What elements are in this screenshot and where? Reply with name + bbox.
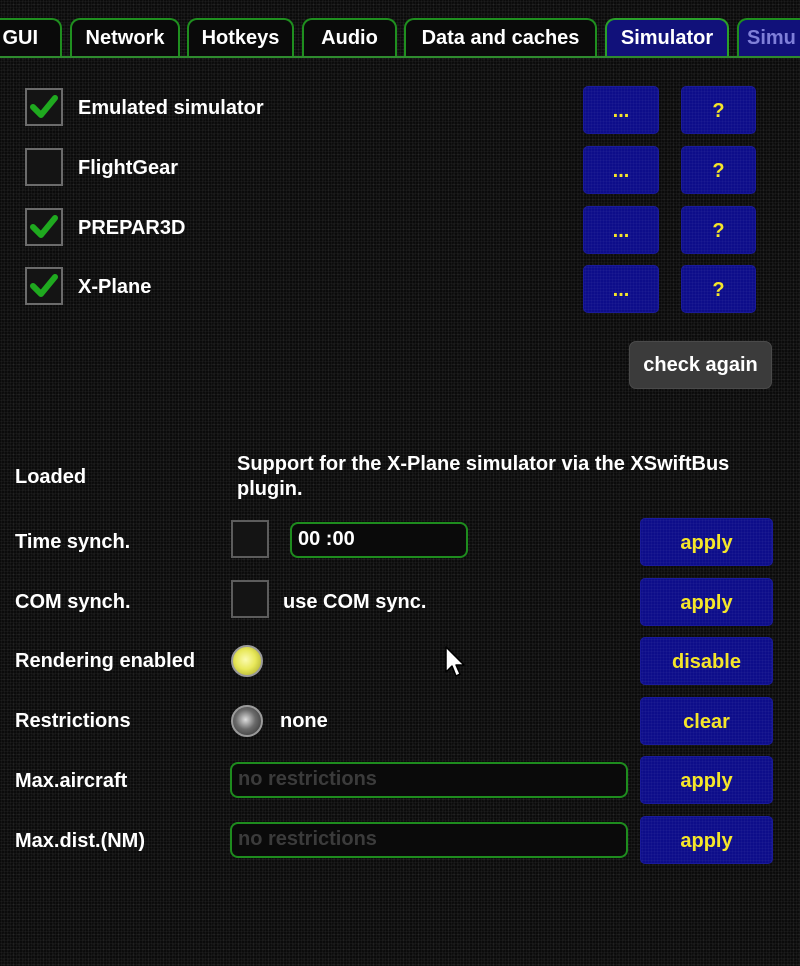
checkmark-icon <box>30 215 58 238</box>
max-aircraft-label: Max.aircraft <box>15 770 128 792</box>
time-sync-label: Time synch. <box>15 531 131 553</box>
rendering-status-led-icon <box>231 645 263 677</box>
rendering-disable-button[interactable]: disable <box>640 637 773 685</box>
tab-data-and-caches[interactable]: Data and caches <box>404 18 597 56</box>
restrictions-value: none <box>280 710 328 732</box>
plugin-description: Support for the X-Plane simulator via th… <box>237 453 730 500</box>
tab-label: Network <box>85 27 165 49</box>
tab-label: Hotkeys <box>201 27 280 49</box>
help-button-flightgear[interactable]: ? <box>681 146 756 194</box>
max-dist-label: Max.dist.(NM) <box>15 830 145 852</box>
tab-hotkeys[interactable]: Hotkeys <box>187 18 294 56</box>
tab-label: Simulator <box>620 27 714 49</box>
help-button-xplane[interactable]: ? <box>681 265 756 313</box>
checkmark-icon <box>30 95 58 118</box>
restrictions-status-led-icon <box>231 705 263 737</box>
rendering-label: Rendering enabled <box>15 650 196 672</box>
tab-label: Data and caches <box>421 27 580 49</box>
loaded-label: Loaded <box>15 466 87 488</box>
mouse-pointer-icon <box>445 646 465 677</box>
check-again-button[interactable]: check again <box>629 341 772 389</box>
tab-label: Audio <box>321 27 378 49</box>
settings-button-emulated[interactable]: ... <box>583 86 659 134</box>
tab-label: Simu <box>747 27 796 49</box>
com-sync-option-label: use COM sync. <box>283 591 427 613</box>
time-offset-input[interactable]: 00 :00 <box>290 522 468 558</box>
tab-network[interactable]: Network <box>70 18 180 56</box>
tab-gui[interactable]: GUI <box>0 18 62 56</box>
restrictions-label: Restrictions <box>15 710 131 732</box>
tab-label: GUI <box>2 27 38 49</box>
checkbox-xplane[interactable] <box>25 267 63 305</box>
checkmark-icon <box>30 274 58 297</box>
restrictions-clear-button[interactable]: clear <box>640 697 773 745</box>
settings-button-xplane[interactable]: ... <box>583 265 659 313</box>
simulator-name: PREPAR3D <box>78 217 186 239</box>
tab-bar-baseline <box>0 56 800 58</box>
max-dist-apply-button[interactable]: apply <box>640 816 773 864</box>
help-button-prepar3d[interactable]: ? <box>681 206 756 254</box>
max-aircraft-apply-button[interactable]: apply <box>640 756 773 804</box>
help-button-emulated[interactable]: ? <box>681 86 756 134</box>
settings-button-flightgear[interactable]: ... <box>583 146 659 194</box>
checkbox-flightgear[interactable] <box>25 148 63 186</box>
com-sync-checkbox[interactable] <box>231 580 269 618</box>
simulator-name: FlightGear <box>78 157 179 179</box>
max-aircraft-input[interactable]: no restrictions <box>230 762 628 798</box>
time-sync-apply-button[interactable]: apply <box>640 518 773 566</box>
time-sync-checkbox[interactable] <box>231 520 269 558</box>
settings-button-prepar3d[interactable]: ... <box>583 206 659 254</box>
checkbox-emulated-simulator[interactable] <box>25 88 63 126</box>
simulator-name: Emulated simulator <box>78 97 264 119</box>
tab-audio[interactable]: Audio <box>302 18 397 56</box>
checkbox-prepar3d[interactable] <box>25 208 63 246</box>
simulator-name: X-Plane <box>78 276 152 298</box>
tab-simulator-2[interactable]: Simu <box>737 18 800 56</box>
tab-simulator[interactable]: Simulator <box>605 18 729 56</box>
max-dist-input[interactable]: no restrictions <box>230 822 628 858</box>
com-sync-label: COM synch. <box>15 591 131 613</box>
com-sync-apply-button[interactable]: apply <box>640 578 773 626</box>
tab-bar: GUI Network Hotkeys Audio Data and cache… <box>0 0 800 60</box>
